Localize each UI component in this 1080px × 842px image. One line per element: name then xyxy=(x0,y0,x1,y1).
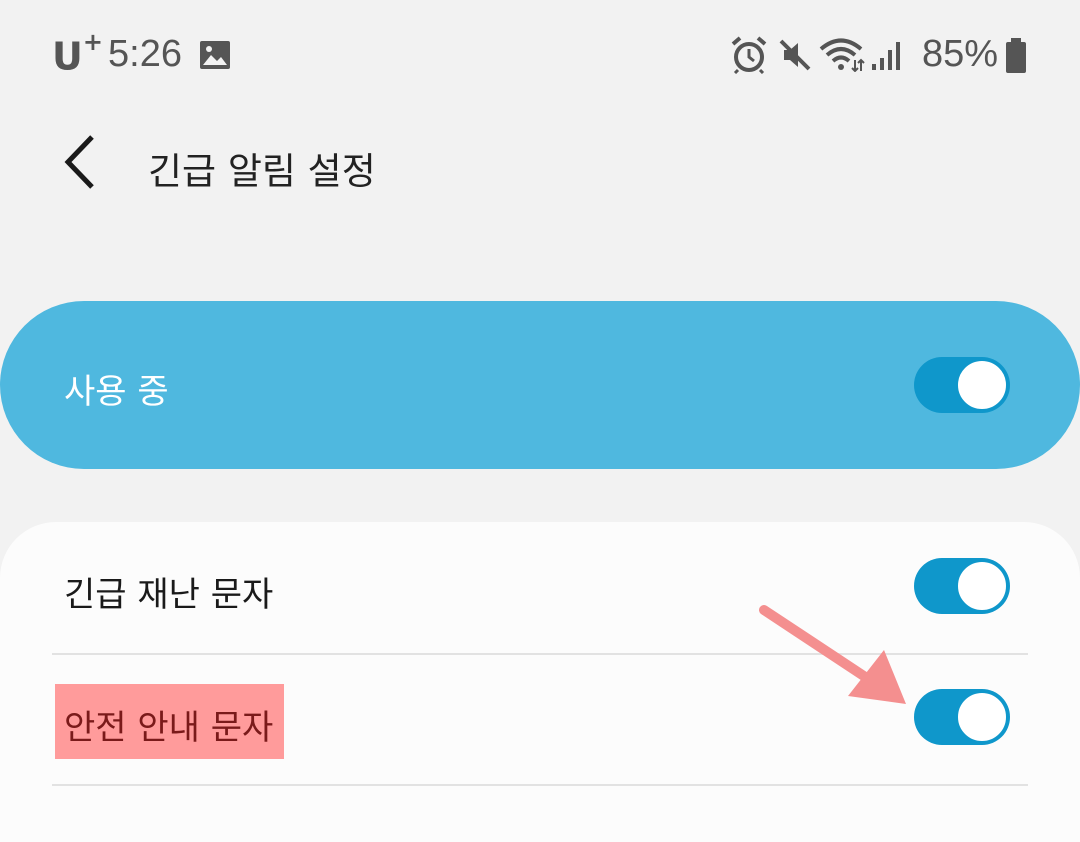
toggle-knob xyxy=(956,691,1008,743)
battery-icon xyxy=(1006,38,1026,73)
toggle-knob xyxy=(956,359,1008,411)
toggle-knob xyxy=(956,560,1008,612)
signal-icon xyxy=(872,42,900,70)
mute-icon xyxy=(779,39,811,71)
setting-label-emergency: 긴급 재난 문자 xyxy=(64,575,274,615)
page-title: 긴급 알림 설정 xyxy=(148,150,376,193)
annotation-arrow-icon xyxy=(759,605,906,704)
battery-percent: 85% xyxy=(922,33,999,75)
wifi-icon xyxy=(819,38,865,72)
master-toggle[interactable] xyxy=(914,357,1010,413)
setting-row-emergency[interactable]: 긴급 재난 문자 xyxy=(0,522,1080,652)
divider xyxy=(52,784,1028,786)
safety-toggle[interactable] xyxy=(914,689,1010,745)
gallery-icon xyxy=(200,41,230,69)
setting-label-safety: 안전 안내 문자 xyxy=(64,708,274,748)
clock: 5:26 xyxy=(108,33,182,75)
carrier-label: U+ xyxy=(52,28,103,79)
setting-row-safety[interactable]: 안전 안내 문자 xyxy=(0,654,1080,784)
emergency-toggle[interactable] xyxy=(914,558,1010,614)
chevron-left-icon[interactable] xyxy=(58,132,102,192)
alarm-icon xyxy=(731,36,767,74)
status-bar: U+ 5:26 85% xyxy=(0,0,1080,112)
master-switch-bar[interactable]: 사용 중 xyxy=(0,301,1080,469)
master-switch-label: 사용 중 xyxy=(64,372,169,412)
